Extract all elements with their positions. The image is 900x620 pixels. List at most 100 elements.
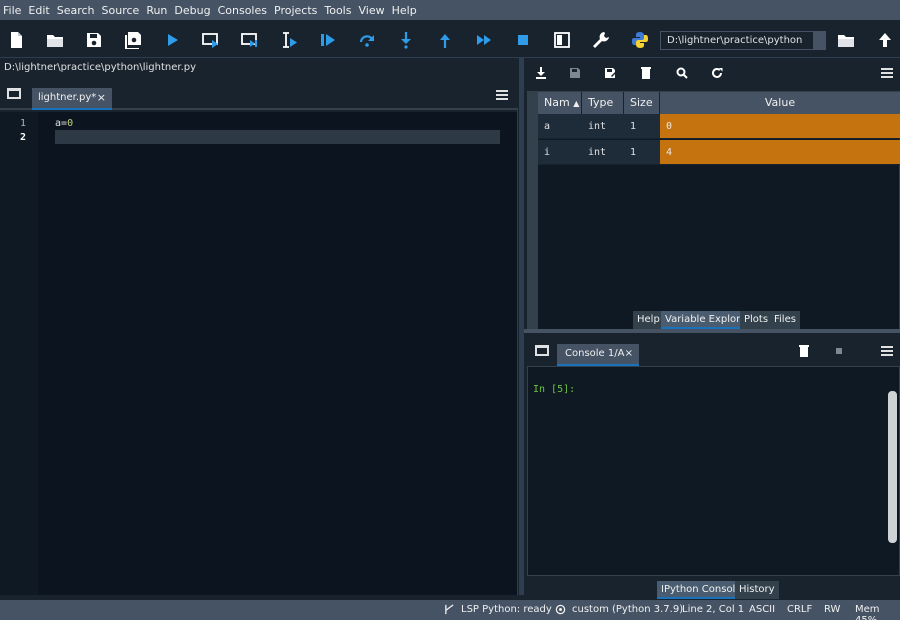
var-name-cell[interactable]: a [538, 114, 582, 139]
continue-icon[interactable] [473, 29, 495, 51]
upper-pane-tab-bar: Help Variable Explorer Plots Files [633, 311, 803, 329]
line-number: 2 [19, 132, 26, 143]
var-name-cell[interactable]: i [538, 140, 582, 165]
step-over-icon[interactable] [356, 29, 378, 51]
menu-edit[interactable]: Edit [28, 4, 49, 17]
code-editor[interactable]: a=0 [38, 112, 517, 595]
search-icon[interactable] [671, 62, 693, 84]
save-file-icon[interactable] [83, 29, 105, 51]
menu-file[interactable]: File [3, 4, 21, 17]
editor-file-path: D:\lightner\practice\python\lightner.py [4, 62, 197, 73]
console-scrollbar[interactable] [888, 377, 897, 567]
var-size-cell[interactable]: 1 [624, 140, 660, 165]
menu-consoles[interactable]: Consoles [218, 4, 267, 17]
refresh-icon[interactable] [706, 62, 728, 84]
menu-search[interactable]: Search [57, 4, 95, 17]
line-endings: CRLF [787, 604, 813, 615]
stop-icon[interactable] [512, 29, 534, 51]
menu-bar: File Edit Search Source Run Debug Consol… [0, 0, 900, 20]
file-encoding: ASCII [749, 604, 776, 615]
debug-icon[interactable] [317, 29, 339, 51]
menu-projects[interactable]: Projects [274, 4, 317, 17]
step-into-icon[interactable] [395, 29, 417, 51]
save-data-icon [564, 62, 586, 84]
lsp-status[interactable]: LSP Python: ready [461, 604, 552, 615]
vertical-splitter[interactable] [519, 58, 524, 595]
line-number: 1 [19, 118, 26, 129]
console-output[interactable]: In [5]: [527, 366, 900, 576]
cursor-position: Line 2, Col 1 [682, 604, 745, 615]
menu-view[interactable]: View [358, 4, 384, 17]
var-type-cell[interactable]: int [582, 114, 624, 139]
browse-tabs-icon[interactable] [535, 345, 549, 356]
code-line[interactable]: a=0 [55, 118, 73, 129]
code-number: 0 [67, 118, 74, 129]
ipython-console-pane: Console 1/A × In [5]: [525, 333, 900, 595]
working-directory-combo[interactable]: D:\lightner\practice\python [660, 31, 826, 50]
save-all-icon[interactable] [122, 29, 144, 51]
step-return-icon[interactable] [434, 29, 456, 51]
menu-debug[interactable]: Debug [174, 4, 210, 17]
run-icon[interactable] [161, 29, 183, 51]
console-prompt: In [5]: [533, 384, 576, 395]
menu-help[interactable]: Help [392, 4, 417, 17]
new-file-icon[interactable] [5, 29, 27, 51]
preferences-wrench-icon[interactable] [590, 29, 612, 51]
run-cell-advance-icon[interactable] [239, 29, 261, 51]
tab-plots[interactable]: Plots [740, 311, 773, 329]
browse-tabs-icon[interactable] [7, 88, 21, 99]
interrupt-kernel-icon [828, 340, 850, 362]
table-row-header [528, 92, 538, 364]
parent-directory-icon[interactable] [874, 29, 896, 51]
console-tab-label: Console 1/A [565, 348, 625, 359]
column-header-type[interactable]: Type [582, 92, 624, 114]
lower-pane-tab-bar: IPython Console History [657, 581, 779, 599]
save-data-as-icon[interactable] [599, 62, 621, 84]
tab-lightner-py[interactable]: lightner.py* × [32, 88, 112, 110]
editor-options-menu-icon[interactable] [496, 90, 508, 100]
tab-ipython-console[interactable]: IPython Console [657, 581, 746, 599]
tab-help[interactable]: Help [633, 311, 664, 329]
chevron-down-icon[interactable] [813, 32, 825, 49]
run-cell-icon[interactable] [200, 29, 222, 51]
python-environment[interactable]: custom (Python 3.7.9) [572, 604, 683, 615]
status-bar: LSP Python: ready custom (Python 3.7.9) … [0, 600, 900, 620]
line-number-gutter: 1 2 [0, 112, 38, 595]
var-type-cell[interactable]: int [582, 140, 624, 165]
column-header-name[interactable]: Nam ▲ [538, 92, 582, 114]
console-options-menu-icon[interactable] [881, 346, 893, 356]
editor-tab-bar: lightner.py* × [0, 80, 518, 110]
tab-files[interactable]: Files [770, 311, 800, 329]
column-header-size[interactable]: Size [624, 92, 660, 114]
python-path-icon[interactable] [629, 29, 651, 51]
column-header-value[interactable]: Value [660, 92, 900, 114]
memory-usage: Mem 45% [855, 604, 880, 620]
menu-run[interactable]: Run [146, 4, 167, 17]
scrollbar-thumb[interactable] [888, 391, 897, 543]
environment-icon [555, 604, 566, 618]
tab-label: lightner.py* [38, 92, 97, 103]
remove-all-variables-icon[interactable] [635, 62, 657, 84]
tab-history[interactable]: History [735, 581, 779, 599]
var-value-cell[interactable]: 0 [660, 114, 900, 139]
lsp-status-icon [444, 604, 455, 618]
remove-console-icon[interactable] [793, 340, 815, 362]
browse-directory-icon[interactable] [835, 29, 857, 51]
menu-tools[interactable]: Tools [324, 4, 351, 17]
variable-explorer-toolbar [525, 58, 900, 88]
close-icon[interactable]: × [625, 344, 633, 364]
maximize-pane-icon[interactable] [551, 29, 573, 51]
run-selection-icon[interactable] [278, 29, 300, 51]
variable-explorer-options-menu-icon[interactable] [881, 68, 893, 78]
menu-source[interactable]: Source [102, 4, 140, 17]
read-write-status: RW [824, 604, 841, 615]
close-icon[interactable]: × [97, 88, 106, 108]
var-value-cell[interactable]: 4 [660, 140, 900, 165]
current-line-highlight [55, 130, 500, 144]
tab-console-1a[interactable]: Console 1/A × [557, 344, 639, 366]
editor-pane: lightner.py* × 1 2 a=0 [0, 80, 518, 595]
open-file-icon[interactable] [44, 29, 66, 51]
import-data-icon[interactable] [530, 62, 552, 84]
var-size-cell[interactable]: 1 [624, 114, 660, 139]
working-directory-value: D:\lightner\practice\python [667, 35, 803, 46]
